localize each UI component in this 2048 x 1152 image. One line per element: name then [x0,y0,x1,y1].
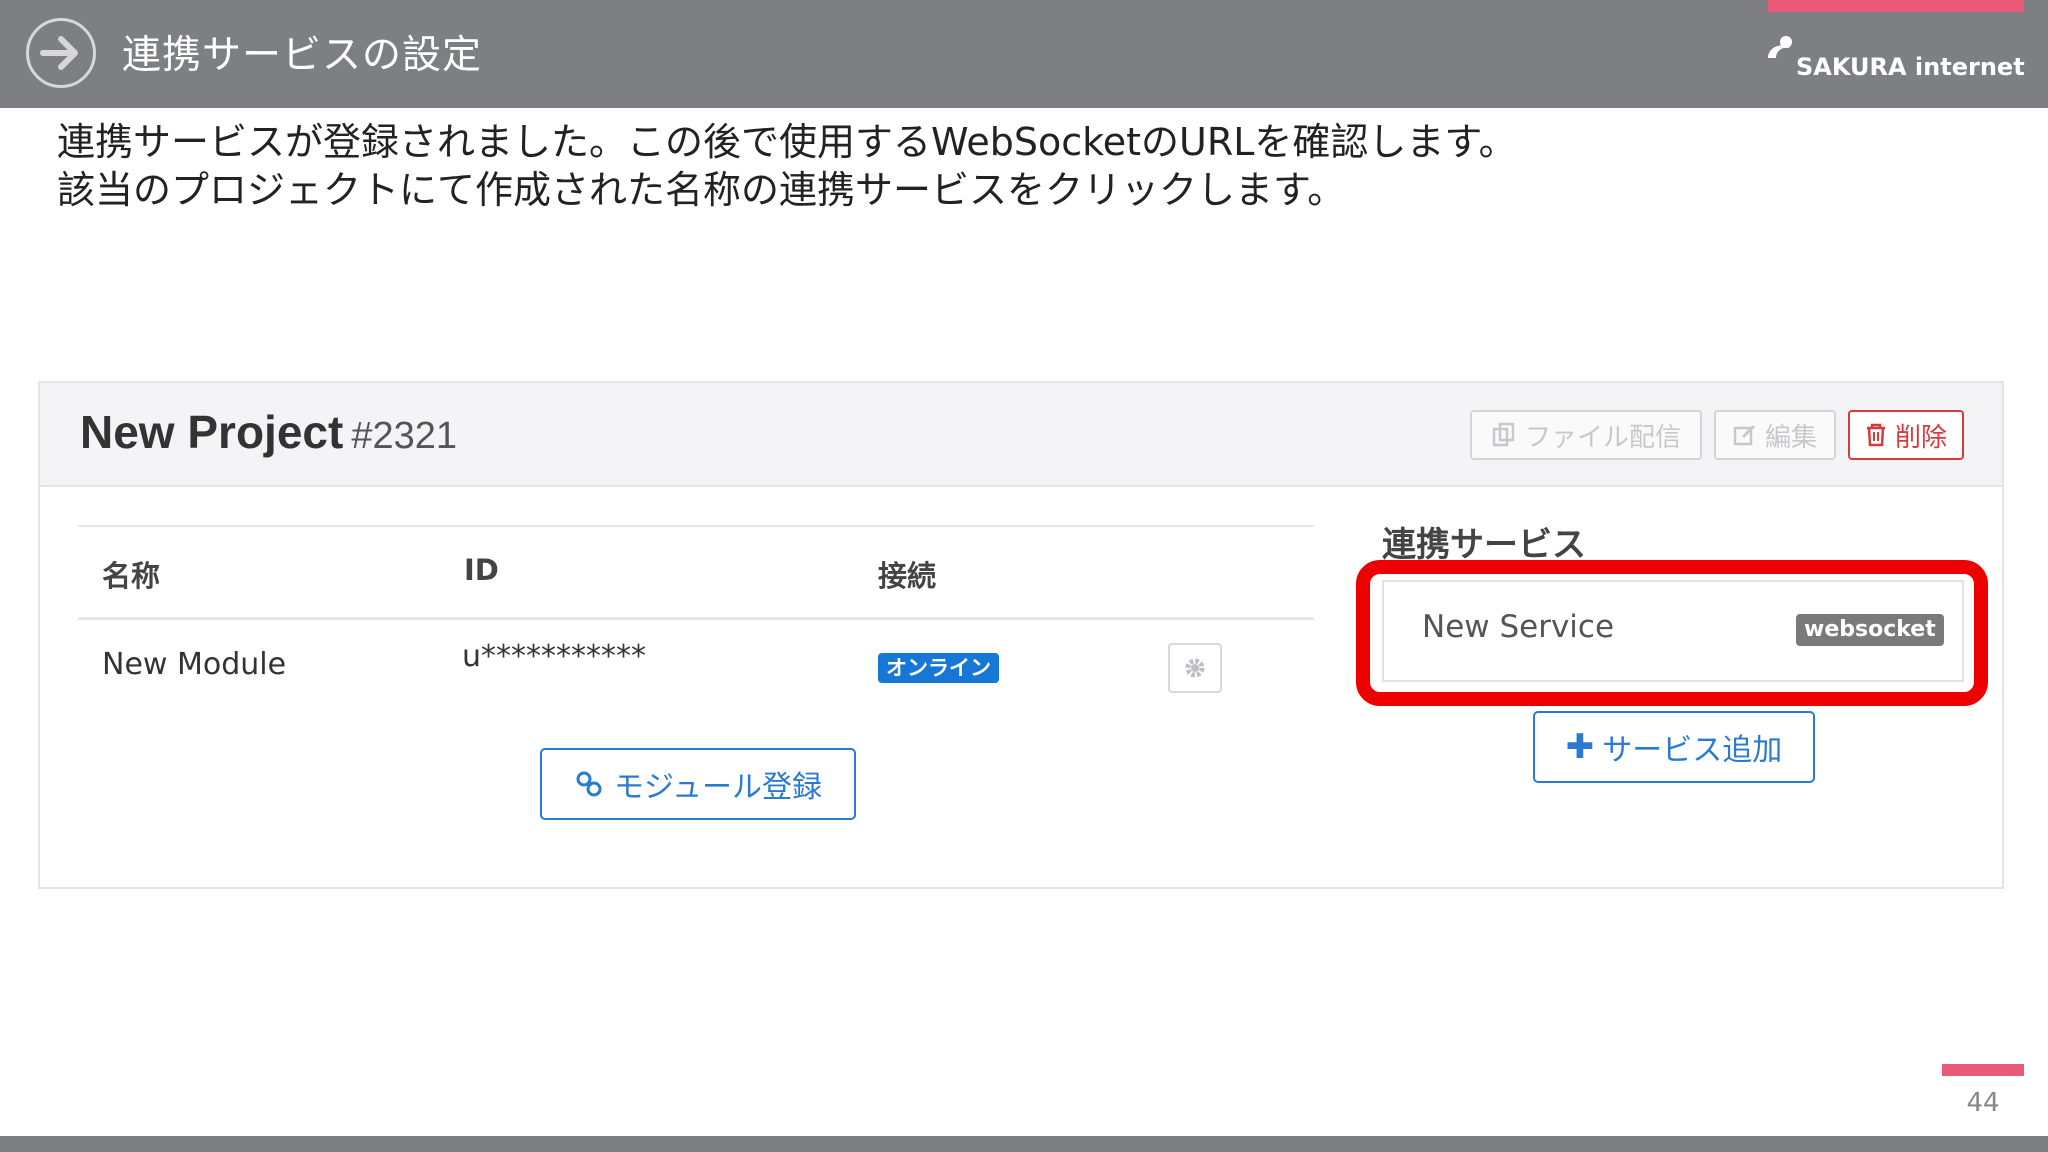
status-badge-online: オンライン [878,653,999,683]
sakura-logo: SAKURA internet [1762,32,2025,82]
edit-label: 編集 [1764,422,1817,453]
project-id: #2321 [351,415,457,457]
page-number: 44 [1966,1088,2000,1118]
page-number-accent [1942,1064,2024,1076]
copy-icon [1492,422,1515,447]
project-panel: New Project #2321 ファイル配信 編集 削除 名称 ID 接続 N… [38,381,2004,889]
logo-text: SAKURA internet [1796,53,2025,81]
slide-footer-bar [0,1136,2048,1152]
plus-icon: ✚ [1565,727,1595,767]
file-distribution-button[interactable]: ファイル配信 [1470,410,1702,460]
page-number-tab: 44 [1942,1064,2024,1142]
column-header-connection: 接続 [878,559,937,593]
table-header-border [78,617,1314,620]
project-name: New Project [80,406,344,458]
services-heading: 連携サービス [1382,525,1586,565]
arrow-right-icon [26,18,96,88]
module-settings-button[interactable] [1168,643,1222,693]
header-accent-bar [1768,0,2024,12]
table-top-border [78,525,1314,527]
edit-icon [1733,424,1756,446]
slide-header: 連携サービスの設定 SAKURA internet [0,0,2048,108]
slide-description: 連携サービスが登録されました。この後で使用するWebSocketのURLを確認し… [57,118,1517,214]
add-service-button[interactable]: ✚ サービス追加 [1533,711,1815,783]
register-module-label: モジュール登録 [614,770,822,805]
edit-button[interactable]: 編集 [1714,410,1836,460]
delete-button[interactable]: 削除 [1848,410,1964,460]
slide-title: 連携サービスの設定 [122,33,483,78]
add-service-label: サービス追加 [1602,733,1783,768]
description-line-1: 連携サービスが登録されました。この後で使用するWebSocketのURLを確認し… [57,120,1517,164]
module-name: New Module [102,647,287,682]
delete-label: 削除 [1894,422,1947,453]
project-panel-header: New Project #2321 ファイル配信 編集 削除 [40,383,2002,487]
trash-icon [1866,423,1885,447]
column-header-id: ID [464,553,499,587]
module-id: u*********** [462,639,647,674]
column-header-name: 名称 [102,559,161,593]
description-line-2: 該当のプロジェクトにて作成された名称の連携サービスをクリックします。 [57,168,1346,212]
file-distribution-label: ファイル配信 [1524,422,1681,453]
project-title: New Project #2321 [80,405,457,459]
register-module-button[interactable]: モジュール登録 [540,748,856,820]
link-icon [576,771,602,797]
gear-icon [1185,658,1205,678]
highlight-box [1356,560,1988,706]
